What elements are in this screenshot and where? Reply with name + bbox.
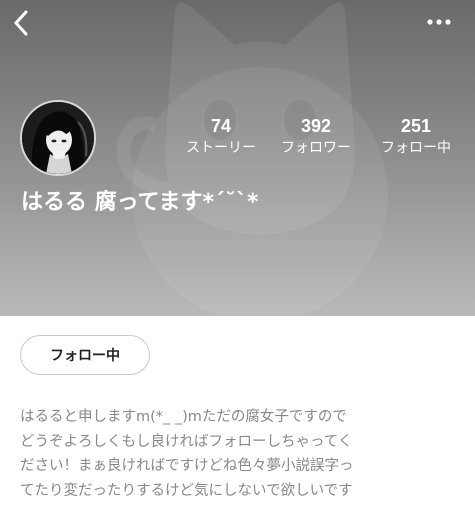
- profile-name: はるる 腐ってます*´˘`*: [21, 190, 259, 215]
- stat-label: フォロー中: [381, 140, 451, 156]
- stat-label: フォロワー: [281, 140, 351, 156]
- bio-line: はるると申しますm(*_ _)mただの腐女子ですので: [20, 409, 347, 425]
- profile-stats: 74 ストーリー 392 フォロワー 251 フォロー中: [176, 116, 466, 158]
- stat-value: 251: [400, 116, 432, 136]
- stat-value: 392: [300, 116, 332, 136]
- stat-value: 74: [210, 116, 232, 136]
- profile-screen: 74 ストーリー 392 フォロワー 251 フォロー中 はるる 腐ってます*´…: [0, 0, 475, 512]
- bio-line: どうぞよろしくもし良ければフォローしちゃってく: [20, 433, 353, 450]
- stat-stories[interactable]: 74 ストーリー: [176, 116, 266, 158]
- cat-icon: [116, 2, 388, 316]
- back-button[interactable]: [6, 6, 36, 40]
- stat-followers[interactable]: 392 フォロワー: [266, 116, 366, 158]
- profile-header: 74 ストーリー 392 フォロワー 251 フォロー中 はるる 腐ってます*´…: [0, 0, 475, 316]
- bio-line: ださい！まぁ良ければですけどね色々夢小説誤字っ: [20, 458, 354, 474]
- anime-girl-avatar: [22, 102, 94, 174]
- chevron-left-icon: [14, 10, 28, 36]
- more-horizontal-icon: [427, 19, 451, 25]
- avatar[interactable]: [20, 100, 96, 176]
- stat-label: ストーリー: [186, 140, 256, 156]
- more-options-button[interactable]: [420, 8, 458, 36]
- stat-following[interactable]: 251 フォロー中: [366, 116, 466, 158]
- following-button[interactable]: フォロー中: [20, 335, 150, 375]
- bio-line: てたり変だったりするけど気にしないで欲しいです: [20, 482, 353, 499]
- profile-bio: はるると申しますm(*_ _)mただの腐女子ですので どうぞよろしくもし良ければ…: [20, 405, 460, 503]
